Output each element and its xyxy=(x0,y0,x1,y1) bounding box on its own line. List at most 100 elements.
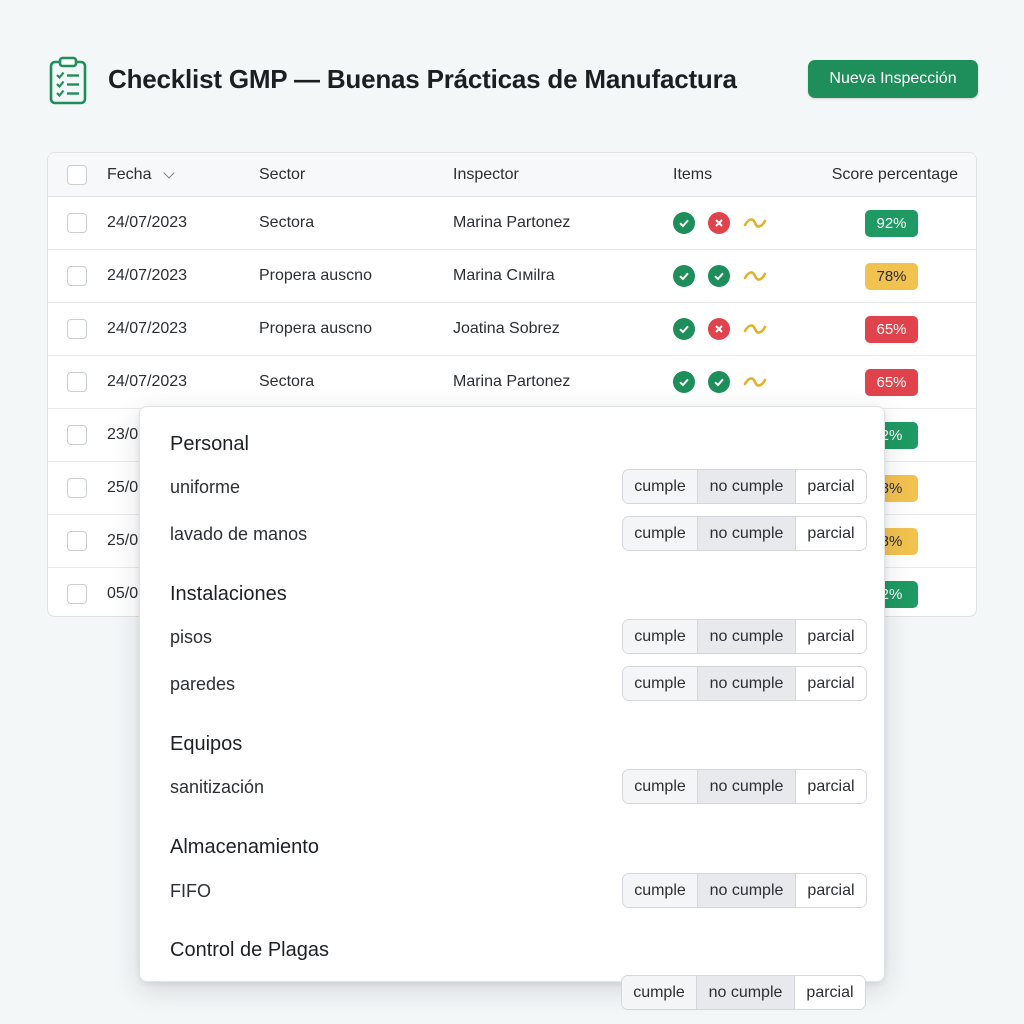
option-parcial[interactable]: parcial xyxy=(796,470,866,503)
cell-inspector: Joatina Sobrez xyxy=(453,320,560,337)
cell-sector: Propera auscno xyxy=(259,320,372,337)
cell-inspector: Marina Partonez xyxy=(453,214,571,231)
option-parcial[interactable]: parcial xyxy=(796,667,866,700)
tilde-partial-icon xyxy=(743,318,767,340)
item-label-uniforme: uniforme xyxy=(170,477,241,497)
status-toggle-plagas: cumple no cumple parcial xyxy=(621,975,866,1010)
row-checkbox[interactable] xyxy=(67,531,87,551)
cell-score: 65% xyxy=(824,303,958,355)
tilde-partial-icon xyxy=(743,371,767,393)
select-all-checkbox[interactable] xyxy=(67,164,87,185)
x-circle-icon xyxy=(708,318,730,340)
cell-items xyxy=(673,303,780,355)
option-no-cumple[interactable]: no cumple xyxy=(698,517,796,550)
row-checkbox[interactable] xyxy=(67,478,87,498)
status-toggle-uniforme: cumple no cumple parcial xyxy=(622,469,867,504)
section-title-equipos: Equipos xyxy=(170,733,243,755)
section-title-instalaciones: Instalaciones xyxy=(170,583,287,605)
item-label-lavado-de-manos: lavado de manos xyxy=(170,524,308,544)
option-cumple[interactable]: cumple xyxy=(622,976,697,1009)
section-title-control-de-plagas: Control de Plagas xyxy=(170,939,329,961)
table-row[interactable]: 24/07/2023 Propera auscno Marina Cıмilra 78… xyxy=(48,250,976,303)
row-checkbox[interactable] xyxy=(67,266,87,286)
check-circle-icon xyxy=(673,371,695,393)
cell-inspector: Marina Partonez xyxy=(453,373,571,390)
item-label-paredes: paredes xyxy=(170,674,236,694)
column-header-sector: Sector xyxy=(259,165,306,183)
x-circle-icon xyxy=(708,212,730,234)
cell-fecha: 05/0 xyxy=(107,585,139,602)
row-checkbox[interactable] xyxy=(67,584,87,604)
column-header-fecha[interactable]: Fecha xyxy=(107,153,176,196)
column-header-items: Items xyxy=(673,165,713,183)
cell-sector: Propera auscno xyxy=(259,267,372,284)
score-badge: 92% xyxy=(865,209,918,237)
cell-items xyxy=(673,356,780,408)
status-toggle-paredes: cumple no cumple parcial xyxy=(622,666,867,701)
column-header-fecha-label: Fecha xyxy=(107,165,152,183)
table-row[interactable]: 24/07/2023 Propera auscno Joatina Sobrez 65… xyxy=(48,303,976,356)
table-row[interactable]: 24/07/2023 Sectora Marina Partonez 65% xyxy=(48,356,976,409)
option-no-cumple[interactable]: no cumple xyxy=(698,620,796,653)
score-badge: 65% xyxy=(865,368,918,396)
column-header-inspector: Inspector xyxy=(453,165,519,183)
cell-fecha: 24/07/2023 xyxy=(107,267,188,284)
cell-fecha: 24/07/2023 xyxy=(107,373,188,390)
check-circle-icon xyxy=(673,212,695,234)
table-row[interactable]: 24/07/2023 Sectora Marina Partonez 92% xyxy=(48,197,976,250)
cell-sector: Sectora xyxy=(259,214,315,231)
option-cumple[interactable]: cumple xyxy=(623,770,698,803)
row-checkbox[interactable] xyxy=(67,213,87,233)
option-no-cumple[interactable]: no cumple xyxy=(698,770,796,803)
option-cumple[interactable]: cumple xyxy=(623,667,698,700)
row-checkbox[interactable] xyxy=(67,319,87,339)
status-toggle-pisos: cumple no cumple parcial xyxy=(622,619,867,654)
item-label-sanitizacion: sanitización xyxy=(170,777,265,797)
new-inspection-button[interactable]: Nueva Inspección xyxy=(808,60,978,98)
column-header-score: Score percentage xyxy=(831,165,958,183)
row-checkbox[interactable] xyxy=(67,425,87,445)
page-header: Checklist GMP — Buenas Prácticas de Manu… xyxy=(48,52,978,108)
option-parcial[interactable]: parcial xyxy=(796,770,866,803)
table-header: Fecha Sector Inspector Items Score perce… xyxy=(48,153,976,197)
cell-score: 92% xyxy=(824,197,958,249)
score-badge: 65% xyxy=(865,315,918,343)
cell-fecha: 25/0 xyxy=(107,532,139,549)
cell-fecha: 23/0 xyxy=(107,426,139,443)
cell-items xyxy=(673,197,780,249)
clipboard-checklist-icon xyxy=(49,56,87,105)
checklist-panel: Personal uniforme cumple no cumple parci… xyxy=(139,406,885,982)
option-no-cumple[interactable]: no cumple xyxy=(698,470,796,503)
option-parcial[interactable]: parcial xyxy=(796,874,866,907)
chevron-down-icon xyxy=(163,166,176,179)
option-no-cumple[interactable]: no cumple xyxy=(698,667,796,700)
page-title: Checklist GMP — Buenas Prácticas de Manu… xyxy=(108,64,737,94)
option-no-cumple[interactable]: no cumple xyxy=(698,874,796,907)
status-toggle-fifo: cumple no cumple parcial xyxy=(622,873,867,908)
status-toggle-lavado-de-manos: cumple no cumple parcial xyxy=(622,516,867,551)
cell-sector: Sectora xyxy=(259,373,315,390)
option-cumple[interactable]: cumple xyxy=(623,517,698,550)
option-cumple[interactable]: cumple xyxy=(623,620,698,653)
check-circle-icon xyxy=(673,265,695,287)
option-parcial[interactable]: parcial xyxy=(796,620,866,653)
option-no-cumple[interactable]: no cumple xyxy=(697,976,795,1009)
cell-fecha: 25/0 xyxy=(107,479,139,496)
cell-score: 78% xyxy=(824,250,958,302)
cell-fecha: 24/07/2023 xyxy=(107,320,188,337)
option-cumple[interactable]: cumple xyxy=(623,874,698,907)
cell-fecha: 24/07/2023 xyxy=(107,214,188,231)
cell-inspector: Marina Cıмilra xyxy=(453,267,555,284)
cell-score: 65% xyxy=(824,356,958,408)
option-cumple[interactable]: cumple xyxy=(623,470,698,503)
status-toggle-sanitizacion: cumple no cumple parcial xyxy=(622,769,867,804)
item-label-fifo: FIFO xyxy=(170,881,211,901)
check-circle-icon xyxy=(708,371,730,393)
check-circle-icon xyxy=(708,265,730,287)
score-badge: 78% xyxy=(865,262,918,290)
item-label-pisos: pisos xyxy=(170,627,213,647)
row-checkbox[interactable] xyxy=(67,372,87,392)
option-parcial[interactable]: parcial xyxy=(796,517,866,550)
section-title-almacenamiento: Almacenamiento xyxy=(170,836,319,858)
option-parcial[interactable]: parcial xyxy=(795,976,865,1009)
